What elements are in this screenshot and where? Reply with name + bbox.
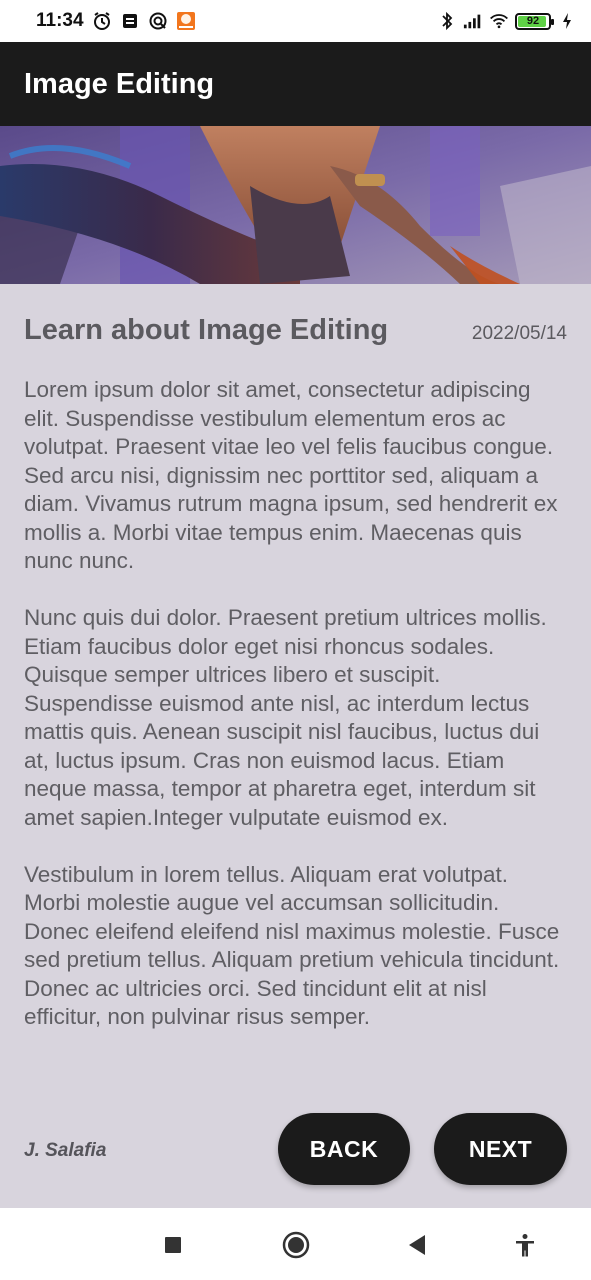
app-bar: Image Editing [0,42,591,126]
bluetooth-icon [437,11,457,31]
charging-icon [557,11,577,31]
status-left: 11:34 [36,10,196,32]
home-icon[interactable] [281,1230,311,1260]
navigation-bar [0,1208,591,1280]
wifi-icon [489,11,509,31]
status-bar: 11:34 92 [0,0,591,42]
article: Learn about Image Editing 2022/05/14 Lor… [0,284,591,1208]
battery-icon: 92 [515,12,554,30]
app-notification-icon [176,11,196,31]
signal-icon [463,11,483,31]
back-icon[interactable] [402,1230,432,1260]
accessibility-icon[interactable] [510,1230,540,1260]
article-paragraph: Vestibulum in lorem tellus. Aliquam erat… [24,861,560,1030]
app-title: Image Editing [24,67,215,100]
next-button[interactable]: NEXT [434,1113,567,1185]
author-name: J. Salafia [24,1140,107,1161]
status-time: 11:34 [36,10,84,31]
article-date: 2022/05/14 [471,323,567,344]
article-title: Learn about Image Editing [24,314,389,346]
notification-icon [120,11,140,31]
article-paragraph: Nunc quis dui dolor. Praesent pretium ul… [24,605,547,830]
battery-level: 92 [526,15,540,27]
hero-image [0,126,591,284]
back-button[interactable]: BACK [278,1113,410,1185]
alarm-icon [92,11,112,31]
hero-illustration [0,126,591,284]
article-body: Lorem ipsum dolor sit amet, consectetur … [24,376,569,1060]
article-paragraph: Lorem ipsum dolor sit amet, consectetur … [24,377,558,573]
status-right: 92 [437,11,577,31]
recents-icon[interactable] [158,1230,188,1260]
sync-icon [148,11,168,31]
